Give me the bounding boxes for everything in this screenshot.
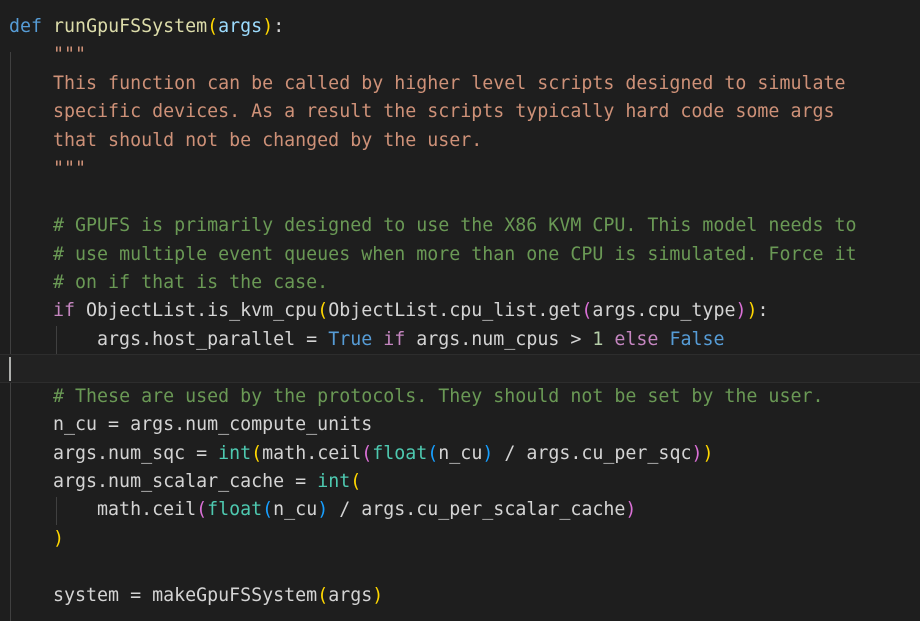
code-token: ) <box>482 442 494 464</box>
code-token: # on if that is the case. <box>53 271 329 293</box>
code-token: ObjectList.cpu_list.get <box>328 300 582 322</box>
code-token: ( <box>262 499 274 521</box>
code-token: ( <box>361 442 373 464</box>
code-line[interactable]: that should not be changed by the user. <box>0 127 920 155</box>
code-token: # GPUFS is primarily designed to use the… <box>53 215 857 237</box>
code-token: ) <box>702 442 714 464</box>
code-token: / args.cu_per_sqc <box>493 442 692 464</box>
code-token: float <box>372 442 428 464</box>
code-token: # These are used by the protocols. They … <box>53 385 824 407</box>
code-token: n_cu <box>438 442 483 464</box>
code-token: math.ceil <box>9 499 197 521</box>
code-line[interactable] <box>0 553 920 581</box>
code-token: else <box>614 328 659 350</box>
code-token: This function can be called by higher le… <box>53 72 846 94</box>
code-line[interactable]: system = makeGpuFSSystem(args) <box>0 582 920 610</box>
code-token: ( <box>427 442 439 464</box>
code-token: ) <box>691 442 703 464</box>
code-token: ) <box>625 499 637 521</box>
code-token: int <box>317 471 351 492</box>
code-line[interactable]: # These are used by the protocols. They … <box>0 383 920 411</box>
code-token: args.num_sqc = <box>9 442 219 464</box>
code-token: : <box>273 16 285 37</box>
code-line[interactable]: """ <box>0 41 920 69</box>
code-token: int <box>218 442 252 464</box>
code-token: n_cu = args.num_compute_units <box>9 414 373 436</box>
code-line[interactable]: n_cu = args.num_compute_units <box>0 411 920 439</box>
code-token: args.cpu_type <box>592 300 736 322</box>
code-token: True <box>328 328 373 350</box>
code-line[interactable]: This function can be called by higher le… <box>0 70 920 98</box>
code-token: system = makeGpuFSSystem <box>9 584 318 606</box>
code-token: def <box>9 16 43 37</box>
code-token: ( <box>581 300 593 322</box>
code-line[interactable]: math.ceil(float(n_cu) / args.cu_per_scal… <box>0 496 920 524</box>
code-token: if <box>383 328 406 350</box>
code-token: ) <box>317 499 329 521</box>
code-token: ObjectList.is_kvm_cpu <box>75 300 318 322</box>
code-token: False <box>669 328 725 350</box>
code-token: ) <box>735 300 747 322</box>
code-token: ( <box>207 16 219 37</box>
code-token: runGpuFSSystem <box>53 16 208 37</box>
code-line[interactable]: args.num_sqc = int(math.ceil(float(n_cu)… <box>0 440 920 468</box>
code-line[interactable]: def runGpuFSSystem(args): <box>0 13 920 41</box>
code-token: """ <box>53 158 87 180</box>
code-token: n_cu <box>273 499 318 521</box>
code-token: args <box>218 16 263 37</box>
code-token: args.num_cpus > <box>405 328 593 350</box>
code-token: args.num_scalar_cache = <box>9 471 318 492</box>
code-token: ( <box>317 584 329 606</box>
code-token: / args.cu_per_scalar_cache <box>328 499 626 521</box>
code-lines[interactable]: def runGpuFSSystem(args): """ This funct… <box>0 13 920 610</box>
text-cursor <box>9 357 11 382</box>
code-token: ) <box>262 16 274 37</box>
code-token: specific devices. As a result the script… <box>53 101 835 123</box>
code-line[interactable]: # use multiple event queues when more th… <box>0 241 920 269</box>
code-token: that should not be changed by the user. <box>53 129 483 151</box>
code-token: ( <box>251 442 263 464</box>
code-token: ) <box>53 527 65 549</box>
code-token: if <box>53 300 76 322</box>
code-token: args.host_parallel = <box>9 328 329 350</box>
code-line[interactable]: if ObjectList.is_kvm_cpu(ObjectList.cpu_… <box>0 297 920 325</box>
code-token: """ <box>53 44 87 66</box>
code-line[interactable] <box>0 354 920 383</box>
code-token: ( <box>317 300 329 322</box>
code-line[interactable]: specific devices. As a result the script… <box>0 98 920 126</box>
code-token: # use multiple event queues when more th… <box>53 243 857 265</box>
code-line[interactable] <box>0 184 920 212</box>
code-token: 1 <box>592 328 604 350</box>
code-line[interactable]: args.host_parallel = True if args.num_cp… <box>0 326 920 354</box>
code-token: ) <box>746 300 758 322</box>
code-line[interactable]: # on if that is the case. <box>0 269 920 297</box>
code-token: ( <box>350 471 362 492</box>
code-line[interactable]: args.num_scalar_cache = int( <box>0 468 920 496</box>
code-token: float <box>207 499 263 521</box>
code-token: args <box>328 584 373 606</box>
code-token: : <box>757 300 769 322</box>
code-line[interactable]: """ <box>0 155 920 183</box>
code-editor[interactable]: def runGpuFSSystem(args): """ This funct… <box>0 0 920 621</box>
code-token: ) <box>372 584 384 606</box>
code-token: ( <box>196 499 208 521</box>
code-line[interactable]: # GPUFS is primarily designed to use the… <box>0 212 920 240</box>
code-line[interactable]: ) <box>0 525 920 553</box>
code-token: math.ceil <box>262 442 362 464</box>
